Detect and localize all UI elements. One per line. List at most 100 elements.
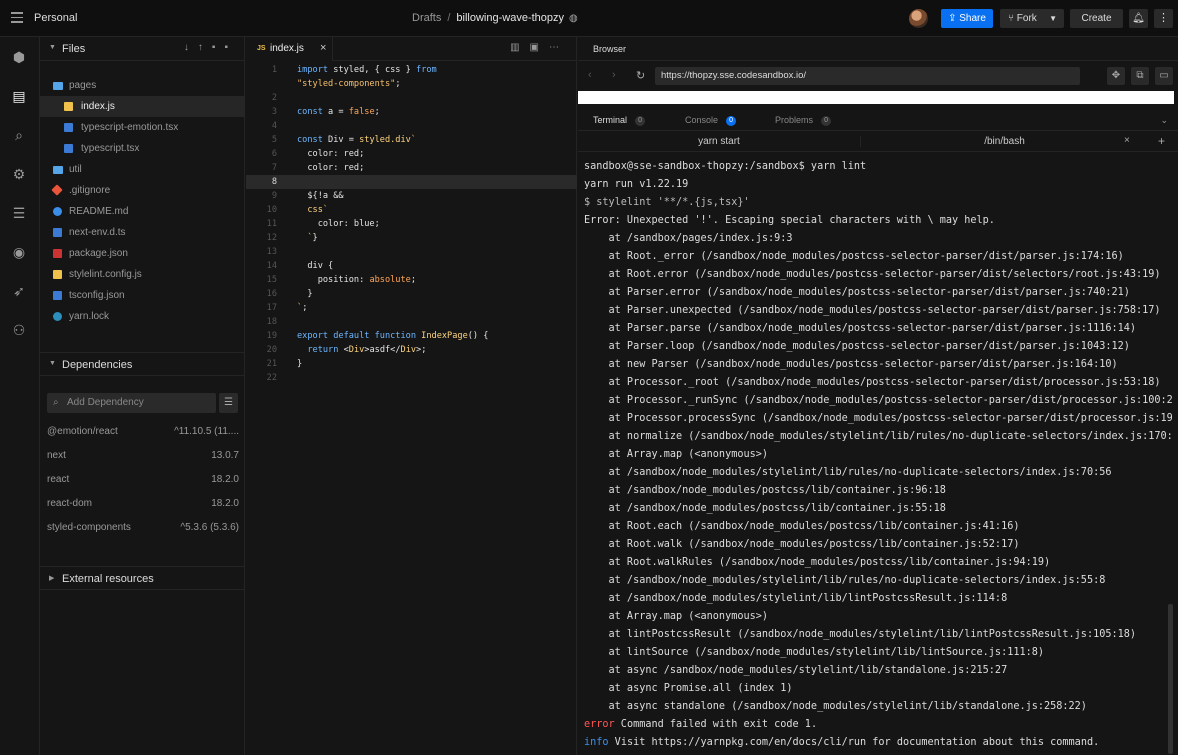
github-icon[interactable]: ◉ [10,243,28,261]
activity-bar: ⬢ ▤ ⌕ ⚙ ☰ ◉ ➶ ⚇ [0,37,40,755]
breadcrumb-drafts[interactable]: Drafts [412,12,441,24]
folder-icon [53,166,63,174]
browser-navigation: ‹ › ↻ https://thopzy.sse.codesandbox.io/… [578,62,1178,90]
more-icon[interactable]: ⋯ [549,42,569,53]
terminal-line: at async standalone (/sandbox/node_modul… [584,701,1087,712]
code-line: 16 } [246,287,577,301]
dependency-item[interactable]: next 13.0.7 [47,450,239,470]
files-header[interactable]: ▼ Files ↓↑▪▪ [40,37,245,61]
terminal-output[interactable]: sandbox@sse-sandbox-thopzy:/sandbox$ yar… [584,158,1172,755]
file-icon[interactable]: ▤ [10,87,28,105]
search-icon[interactable]: ⌕ [10,126,28,144]
dependency-item[interactable]: react 18.2.0 [47,474,239,494]
editor-tools[interactable]: ▥▣⋯ [510,42,569,53]
forward-icon[interactable]: › [612,69,616,81]
error-text: Command failed with exit code 1. [614,719,818,730]
terminal-line: at Root._error (/sandbox/node_modules/po… [584,251,1124,262]
back-icon[interactable]: ‹ [588,69,592,81]
dependency-item[interactable]: @emotion/react ^11.10.5 (11.... [47,426,239,446]
dependencies-header[interactable]: ▼ Dependencies [40,352,245,376]
file-item-package-json[interactable]: package.json [40,243,245,264]
preview-icon[interactable]: ▣ [530,42,549,53]
dependency-name: react-dom [47,498,93,509]
avatar[interactable] [909,9,928,28]
file-item-index-js[interactable]: index.js [40,96,245,117]
menu-icon[interactable] [11,12,23,24]
file-item-tsconfig[interactable]: tsconfig.json [40,285,245,306]
fork-button[interactable]: ⑂ Fork ▼ [1000,9,1064,28]
line-number: 2 [271,93,277,103]
close-icon[interactable]: × [320,42,326,54]
more-icon[interactable]: ⋮ [1154,9,1173,28]
tab-problems[interactable]: Problems 0 [775,115,832,126]
share-button[interactable]: ⇪ Share [941,9,993,28]
info-text: Visit https://yarnpkg.com/en/docs/cli/ru… [608,737,1100,748]
file-tools[interactable]: ↓↑▪▪ [184,42,237,53]
code-line: 21} [246,357,577,371]
count-badge: 0 [635,115,646,126]
chevron-down-icon[interactable]: ⌄ [1160,115,1168,126]
bell-icon[interactable]: 🔔︎ [1129,9,1148,28]
chevron-down-icon[interactable]: ▼ [1049,9,1057,28]
move-icon[interactable]: ✥ [1107,67,1125,85]
gear-icon[interactable]: ⚙ [10,165,28,183]
file-item-util[interactable]: util [40,159,245,180]
workspace-name[interactable]: Personal [34,12,77,24]
dependency-item[interactable]: styled-components ^5.3.6 (5.3.6) [47,522,239,542]
terminal-pane-yarn-start[interactable]: yarn start [578,136,860,147]
file-name: package.json [69,248,128,259]
url-input[interactable]: https://thopzy.sse.codesandbox.io/ [655,67,1080,85]
rocket-icon[interactable]: ➶ [10,282,28,300]
split-view-icon[interactable]: ▥ [510,42,529,53]
dependency-version: ^5.3.6 (5.3.6) [180,522,239,533]
line-number: 15 [266,275,277,285]
file-item-typescript[interactable]: typescript.tsx [40,138,245,159]
terminal-pane-bash[interactable]: /bin/bash [860,136,1148,147]
code-line: 19 export default function IndexPage() { [246,329,577,343]
file-item-stylelint-config[interactable]: stylelint.config.js [40,264,245,285]
window-icon[interactable]: ▭ [1155,67,1173,85]
file-name: stylelint.config.js [69,269,142,280]
ts-file-icon [64,144,73,153]
file-item-readme[interactable]: README.md [40,201,245,222]
close-icon[interactable]: × [1124,135,1130,146]
dependency-item[interactable]: react-dom 18.2.0 [47,498,239,518]
file-item-typescript-emotion[interactable]: typescript-emotion.tsx [40,117,245,138]
tab-console[interactable]: Console 0 [685,115,737,126]
file-item-yarn-lock[interactable]: yarn.lock [40,306,245,327]
refresh-icon[interactable]: ↻ [636,69,645,82]
terminal-line: yarn run v1.22.19 [584,179,689,190]
terminal-line: at Parser.unexpected (/sandbox/node_modu… [584,305,1161,316]
files-title: Files [62,43,86,55]
terminal-line: at Processor._runSync (/sandbox/node_mod… [584,395,1172,406]
add-terminal-icon[interactable]: + [1158,134,1165,148]
count-badge: 0 [726,115,737,126]
copy-icon[interactable]: ⧉ [1131,67,1149,85]
file-item-pages[interactable]: pages [40,75,245,96]
terminal-line: at /sandbox/node_modules/stylelint/lib/l… [584,593,1008,604]
cube-icon[interactable]: ⬢ [10,48,28,66]
sandbox-name[interactable]: billowing-wave-thopzy [456,12,564,24]
external-resources-header[interactable]: ▶ External resources [40,566,245,590]
create-button[interactable]: Create [1070,9,1123,28]
terminal-scrollbar[interactable] [1168,604,1173,754]
line-number: 4 [271,121,277,131]
file-item-next-env[interactable]: next-env.d.ts [40,222,245,243]
server-icon[interactable]: ☰ [10,204,28,222]
terminal-line: at async /sandbox/node_modules/stylelint… [584,665,1008,676]
fork-label: Fork [1016,13,1037,24]
preview-frame[interactable] [578,91,1174,104]
terminal-line: at Root.walkRules (/sandbox/node_modules… [584,557,1051,568]
users-icon[interactable]: ⚇ [10,321,28,339]
terminal-line: at Array.map (<anonymous>) [584,449,769,460]
file-item-gitignore[interactable]: .gitignore [40,180,245,201]
add-dependency-input[interactable]: ⌕ Add Dependency [47,393,216,413]
tab-index-js[interactable]: JS index.js × [246,37,333,61]
chevron-down-icon: ▼ [49,360,56,367]
dependency-menu-icon[interactable]: ☰ [219,393,238,413]
line-number: 8 [271,177,277,187]
terminal-line: at Processor.processSync (/sandbox/node_… [584,413,1172,424]
file-name: next-env.d.ts [69,227,126,238]
line-number: 5 [271,135,277,145]
tab-terminal[interactable]: Terminal 0 [593,115,646,126]
